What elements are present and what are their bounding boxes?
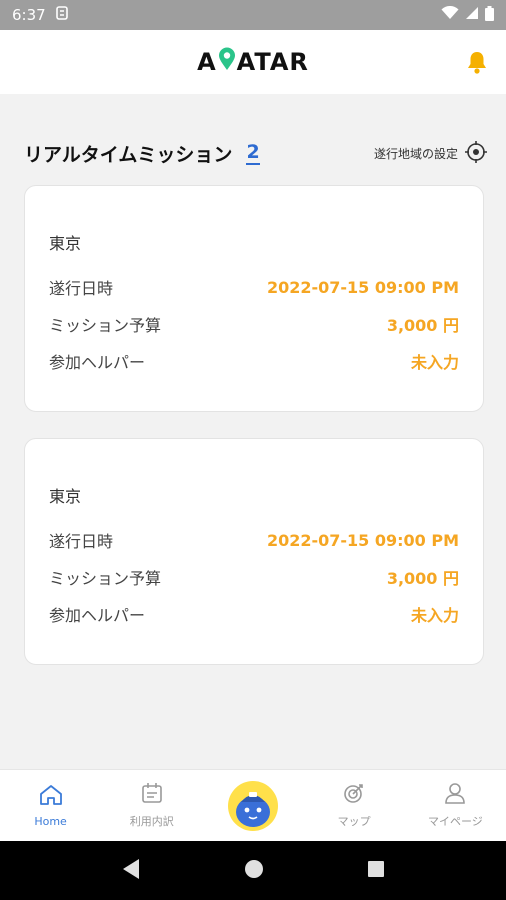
sync-icon	[55, 6, 68, 24]
avatar-logo: A ATAR	[197, 47, 309, 77]
calendar-icon	[141, 782, 163, 807]
back-icon[interactable]	[121, 858, 141, 884]
region-setting-button[interactable]: 遂行地域の設定	[374, 140, 488, 167]
helper-value: 未入力	[410, 353, 459, 372]
budget-label: ミッション予算	[49, 316, 162, 335]
mission-card[interactable]: 東京 遂行日時 2022-07-15 09:00 PM ミッション予算 3,00…	[24, 438, 484, 665]
bell-icon[interactable]	[466, 50, 488, 78]
nav-mascot[interactable]	[202, 770, 303, 841]
nav-home-label: Home	[34, 814, 67, 828]
status-icons	[441, 5, 494, 25]
budget-label: ミッション予算	[49, 569, 162, 588]
mission-date-row: 遂行日時 2022-07-15 09:00 PM	[49, 275, 459, 299]
date-value: 2022-07-15 09:00 PM	[266, 530, 459, 550]
nav-map[interactable]: マップ	[304, 770, 405, 841]
mission-helper-row: 参加ヘルパー 未入力	[49, 349, 459, 373]
mission-budget-row: ミッション予算 3,000 円	[49, 312, 459, 336]
date-value: 2022-07-15 09:00 PM	[266, 277, 459, 297]
date-label: 遂行日時	[49, 279, 114, 298]
bottom-nav: Home 利用内訳 マップ マイページ	[0, 769, 506, 841]
mission-city: 東京	[49, 234, 82, 253]
target-icon	[343, 782, 365, 807]
location-pin-icon	[218, 47, 236, 77]
wifi-icon	[441, 5, 459, 24]
budget-value: 3,000 円	[386, 316, 459, 335]
nav-map-label: マップ	[337, 815, 371, 828]
status-time: 6:37	[12, 6, 46, 24]
home-icon	[39, 784, 63, 809]
nav-home[interactable]: Home	[0, 770, 101, 841]
mission-helper-row: 参加ヘルパー 未入力	[49, 602, 459, 626]
mission-city: 東京	[49, 487, 82, 506]
mission-count: 2	[246, 141, 260, 165]
nav-mypage[interactable]: マイページ	[405, 770, 506, 841]
helper-label: 参加ヘルパー	[49, 606, 146, 625]
nav-mypage-label: マイページ	[427, 815, 483, 828]
mission-date-row: 遂行日時 2022-07-15 09:00 PM	[49, 528, 459, 552]
region-setting-label: 遂行地域の設定	[373, 146, 458, 161]
gps-target-icon	[464, 140, 488, 167]
battery-icon	[485, 5, 494, 25]
section-title: リアルタイムミッション	[24, 143, 233, 166]
section-header: リアルタイムミッション 2 遂行地域の設定	[24, 138, 488, 168]
home-circle-icon[interactable]	[244, 859, 264, 883]
mascot-avatar	[227, 780, 278, 831]
android-nav-bar	[0, 841, 506, 900]
mission-card[interactable]: 東京 遂行日時 2022-07-15 09:00 PM ミッション予算 3,00…	[24, 185, 484, 412]
person-icon	[444, 782, 466, 807]
mission-budget-row: ミッション予算 3,000 円	[49, 565, 459, 589]
status-bar: 6:37	[0, 0, 506, 30]
signal-icon	[465, 6, 479, 24]
helper-value: 未入力	[410, 606, 459, 625]
nav-history[interactable]: 利用内訳	[101, 770, 202, 841]
date-label: 遂行日時	[49, 532, 114, 551]
helper-label: 参加ヘルパー	[49, 353, 146, 372]
app-header: A ATAR	[0, 30, 506, 94]
budget-value: 3,000 円	[386, 569, 459, 588]
recents-icon[interactable]	[367, 860, 385, 882]
nav-history-label: 利用内訳	[129, 815, 174, 828]
